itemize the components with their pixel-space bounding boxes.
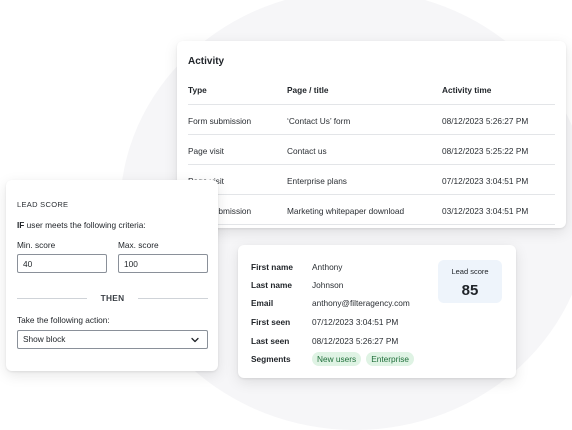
detail-label: First name [251, 262, 293, 272]
cell-time: 08/12/2023 5:26:27 PM [442, 116, 529, 126]
table-row[interactable]: Form submission ‘Contact Us’ form 08/12/… [188, 105, 555, 135]
detail-value: 07/12/2023 3:04:51 PM [312, 317, 399, 327]
max-score-input[interactable]: 100 [118, 254, 208, 273]
table-row[interactable]: Page visit Enterprise plans 07/12/2023 3… [188, 165, 555, 195]
min-score-input[interactable]: 40 [17, 254, 107, 273]
rule-header: LEAD SCORE [17, 200, 69, 209]
detail-value: Anthony [312, 262, 343, 272]
table-header-row: Type Page / title Activity time [188, 77, 555, 105]
lead-score-label: Lead score [451, 267, 489, 276]
column-header-time: Activity time [442, 85, 492, 95]
segment-badge: New users [312, 352, 362, 366]
detail-label: First seen [251, 317, 291, 327]
activity-title: Activity [188, 56, 225, 67]
action-select[interactable]: Show block [17, 330, 208, 349]
detail-value: 08/12/2023 5:26:27 PM [312, 336, 399, 346]
lead-score-rule-card: LEAD SCORE IF user meets the following c… [6, 180, 218, 371]
max-score-label: Max. score [118, 240, 159, 250]
criteria-text: IF user meets the following criteria: [17, 220, 146, 230]
column-header-page: Page / title [287, 85, 329, 95]
cell-page: Contact us [287, 146, 327, 156]
activity-card: Activity Type Page / title Activity time… [177, 41, 566, 228]
cell-time: 07/12/2023 3:04:51 PM [442, 176, 529, 186]
segment-badge: Enterprise [366, 352, 415, 366]
action-label: Take the following action: [17, 315, 110, 325]
detail-value: Johnson [312, 280, 344, 290]
contact-details-card: First name Anthony Last name Johnson Ema… [238, 245, 516, 378]
detail-label: Segments [251, 354, 291, 364]
cell-time: 03/12/2023 3:04:51 PM [442, 206, 529, 216]
cell-page: Enterprise plans [287, 176, 347, 186]
cell-type: Page visit [188, 146, 224, 156]
lead-score-value: 85 [461, 282, 479, 299]
detail-label: Last seen [251, 336, 290, 346]
criteria-description: user meets the following criteria: [24, 220, 146, 230]
lead-score-box: Lead score 85 [438, 260, 502, 303]
detail-label: Last name [251, 280, 293, 290]
min-score-label: Min. score [17, 240, 56, 250]
cell-time: 08/12/2023 5:25:22 PM [442, 146, 529, 156]
then-divider: THEN [17, 293, 208, 303]
cell-type: Form submission [188, 116, 252, 126]
segments-list: New users Enterprise [312, 352, 419, 368]
column-header-type: Type [188, 85, 207, 95]
detail-value: anthony@filteragency.com [312, 298, 410, 308]
activity-table: Type Page / title Activity time Form sub… [188, 77, 555, 225]
action-select-value: Show block [23, 334, 66, 344]
cell-page: Marketing whitepaper download [287, 206, 405, 216]
divider-line-right [138, 298, 208, 299]
cell-page: ‘Contact Us’ form [287, 116, 351, 126]
chevron-down-icon [191, 337, 199, 343]
table-row[interactable]: Page visit Contact us 08/12/2023 5:25:22… [188, 135, 555, 165]
detail-label: Email [251, 298, 274, 308]
table-row[interactable]: Form submission Marketing whitepaper dow… [188, 195, 555, 225]
